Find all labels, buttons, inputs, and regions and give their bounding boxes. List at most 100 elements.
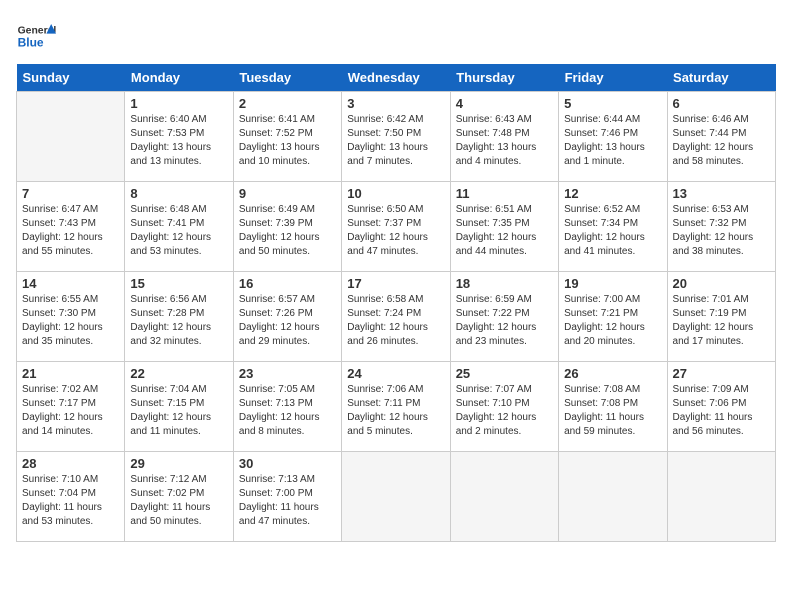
calendar-cell: 4 Sunrise: 6:43 AM Sunset: 7:48 PM Dayli… bbox=[450, 92, 558, 182]
calendar-cell: 19 Sunrise: 7:00 AM Sunset: 7:21 PM Dayl… bbox=[559, 272, 667, 362]
day-info: Sunrise: 6:44 AM Sunset: 7:46 PM Dayligh… bbox=[564, 113, 661, 169]
daylight-text: Daylight: 12 hours and 55 minutes. bbox=[22, 231, 119, 259]
sunrise-text: Sunrise: 7:13 AM bbox=[239, 473, 336, 487]
day-info: Sunrise: 7:05 AM Sunset: 7:13 PM Dayligh… bbox=[239, 383, 336, 439]
calendar-cell: 25 Sunrise: 7:07 AM Sunset: 7:10 PM Dayl… bbox=[450, 362, 558, 452]
day-info: Sunrise: 6:46 AM Sunset: 7:44 PM Dayligh… bbox=[673, 113, 770, 169]
day-number: 15 bbox=[130, 276, 227, 291]
day-info: Sunrise: 6:48 AM Sunset: 7:41 PM Dayligh… bbox=[130, 203, 227, 259]
calendar-cell: 12 Sunrise: 6:52 AM Sunset: 7:34 PM Dayl… bbox=[559, 182, 667, 272]
day-number: 8 bbox=[130, 186, 227, 201]
day-info: Sunrise: 6:56 AM Sunset: 7:28 PM Dayligh… bbox=[130, 293, 227, 349]
page-header: General Blue bbox=[16, 16, 776, 56]
sunset-text: Sunset: 7:48 PM bbox=[456, 127, 553, 141]
sunset-text: Sunset: 7:19 PM bbox=[673, 307, 770, 321]
day-info: Sunrise: 7:04 AM Sunset: 7:15 PM Dayligh… bbox=[130, 383, 227, 439]
sunrise-text: Sunrise: 7:10 AM bbox=[22, 473, 119, 487]
calendar-cell bbox=[342, 452, 450, 542]
sunrise-text: Sunrise: 7:12 AM bbox=[130, 473, 227, 487]
sunset-text: Sunset: 7:08 PM bbox=[564, 397, 661, 411]
sunrise-text: Sunrise: 6:53 AM bbox=[673, 203, 770, 217]
calendar-row: 7 Sunrise: 6:47 AM Sunset: 7:43 PM Dayli… bbox=[17, 182, 776, 272]
sunrise-text: Sunrise: 6:55 AM bbox=[22, 293, 119, 307]
sunset-text: Sunset: 7:39 PM bbox=[239, 217, 336, 231]
day-number: 28 bbox=[22, 456, 119, 471]
day-number: 27 bbox=[673, 366, 770, 381]
sunset-text: Sunset: 7:46 PM bbox=[564, 127, 661, 141]
day-info: Sunrise: 6:52 AM Sunset: 7:34 PM Dayligh… bbox=[564, 203, 661, 259]
day-number: 12 bbox=[564, 186, 661, 201]
day-number: 26 bbox=[564, 366, 661, 381]
daylight-text: Daylight: 13 hours and 4 minutes. bbox=[456, 141, 553, 169]
day-number: 17 bbox=[347, 276, 444, 291]
calendar-cell bbox=[17, 92, 125, 182]
day-info: Sunrise: 6:58 AM Sunset: 7:24 PM Dayligh… bbox=[347, 293, 444, 349]
sunrise-text: Sunrise: 6:48 AM bbox=[130, 203, 227, 217]
daylight-text: Daylight: 11 hours and 53 minutes. bbox=[22, 501, 119, 529]
calendar-cell: 3 Sunrise: 6:42 AM Sunset: 7:50 PM Dayli… bbox=[342, 92, 450, 182]
weekday-header-thursday: Thursday bbox=[450, 64, 558, 92]
calendar-cell: 15 Sunrise: 6:56 AM Sunset: 7:28 PM Dayl… bbox=[125, 272, 233, 362]
day-info: Sunrise: 6:47 AM Sunset: 7:43 PM Dayligh… bbox=[22, 203, 119, 259]
calendar-cell: 18 Sunrise: 6:59 AM Sunset: 7:22 PM Dayl… bbox=[450, 272, 558, 362]
sunrise-text: Sunrise: 6:42 AM bbox=[347, 113, 444, 127]
sunset-text: Sunset: 7:11 PM bbox=[347, 397, 444, 411]
day-number: 13 bbox=[673, 186, 770, 201]
calendar-cell: 13 Sunrise: 6:53 AM Sunset: 7:32 PM Dayl… bbox=[667, 182, 775, 272]
daylight-text: Daylight: 12 hours and 32 minutes. bbox=[130, 321, 227, 349]
weekday-header-sunday: Sunday bbox=[17, 64, 125, 92]
calendar-cell: 7 Sunrise: 6:47 AM Sunset: 7:43 PM Dayli… bbox=[17, 182, 125, 272]
day-info: Sunrise: 7:08 AM Sunset: 7:08 PM Dayligh… bbox=[564, 383, 661, 439]
day-info: Sunrise: 7:02 AM Sunset: 7:17 PM Dayligh… bbox=[22, 383, 119, 439]
weekday-header-saturday: Saturday bbox=[667, 64, 775, 92]
calendar-cell: 22 Sunrise: 7:04 AM Sunset: 7:15 PM Dayl… bbox=[125, 362, 233, 452]
sunset-text: Sunset: 7:43 PM bbox=[22, 217, 119, 231]
day-info: Sunrise: 6:59 AM Sunset: 7:22 PM Dayligh… bbox=[456, 293, 553, 349]
daylight-text: Daylight: 13 hours and 13 minutes. bbox=[130, 141, 227, 169]
sunset-text: Sunset: 7:06 PM bbox=[673, 397, 770, 411]
sunset-text: Sunset: 7:35 PM bbox=[456, 217, 553, 231]
weekday-header-friday: Friday bbox=[559, 64, 667, 92]
sunset-text: Sunset: 7:37 PM bbox=[347, 217, 444, 231]
calendar-cell bbox=[559, 452, 667, 542]
calendar-cell: 23 Sunrise: 7:05 AM Sunset: 7:13 PM Dayl… bbox=[233, 362, 341, 452]
sunrise-text: Sunrise: 7:01 AM bbox=[673, 293, 770, 307]
calendar-cell: 16 Sunrise: 6:57 AM Sunset: 7:26 PM Dayl… bbox=[233, 272, 341, 362]
day-info: Sunrise: 6:43 AM Sunset: 7:48 PM Dayligh… bbox=[456, 113, 553, 169]
sunrise-text: Sunrise: 7:02 AM bbox=[22, 383, 119, 397]
daylight-text: Daylight: 12 hours and 11 minutes. bbox=[130, 411, 227, 439]
day-info: Sunrise: 7:00 AM Sunset: 7:21 PM Dayligh… bbox=[564, 293, 661, 349]
sunset-text: Sunset: 7:30 PM bbox=[22, 307, 119, 321]
sunrise-text: Sunrise: 7:04 AM bbox=[130, 383, 227, 397]
calendar-cell: 10 Sunrise: 6:50 AM Sunset: 7:37 PM Dayl… bbox=[342, 182, 450, 272]
day-number: 25 bbox=[456, 366, 553, 381]
sunset-text: Sunset: 7:41 PM bbox=[130, 217, 227, 231]
daylight-text: Daylight: 12 hours and 2 minutes. bbox=[456, 411, 553, 439]
day-info: Sunrise: 7:06 AM Sunset: 7:11 PM Dayligh… bbox=[347, 383, 444, 439]
day-number: 10 bbox=[347, 186, 444, 201]
day-info: Sunrise: 7:12 AM Sunset: 7:02 PM Dayligh… bbox=[130, 473, 227, 529]
day-number: 11 bbox=[456, 186, 553, 201]
sunrise-text: Sunrise: 6:57 AM bbox=[239, 293, 336, 307]
calendar-cell: 14 Sunrise: 6:55 AM Sunset: 7:30 PM Dayl… bbox=[17, 272, 125, 362]
day-info: Sunrise: 7:01 AM Sunset: 7:19 PM Dayligh… bbox=[673, 293, 770, 349]
calendar-table: SundayMondayTuesdayWednesdayThursdayFrid… bbox=[16, 64, 776, 542]
daylight-text: Daylight: 13 hours and 1 minute. bbox=[564, 141, 661, 169]
sunset-text: Sunset: 7:02 PM bbox=[130, 487, 227, 501]
calendar-cell: 2 Sunrise: 6:41 AM Sunset: 7:52 PM Dayli… bbox=[233, 92, 341, 182]
day-number: 29 bbox=[130, 456, 227, 471]
calendar-cell: 24 Sunrise: 7:06 AM Sunset: 7:11 PM Dayl… bbox=[342, 362, 450, 452]
daylight-text: Daylight: 12 hours and 5 minutes. bbox=[347, 411, 444, 439]
calendar-cell: 8 Sunrise: 6:48 AM Sunset: 7:41 PM Dayli… bbox=[125, 182, 233, 272]
daylight-text: Daylight: 12 hours and 53 minutes. bbox=[130, 231, 227, 259]
sunrise-text: Sunrise: 7:05 AM bbox=[239, 383, 336, 397]
day-info: Sunrise: 7:13 AM Sunset: 7:00 PM Dayligh… bbox=[239, 473, 336, 529]
day-number: 21 bbox=[22, 366, 119, 381]
daylight-text: Daylight: 12 hours and 23 minutes. bbox=[456, 321, 553, 349]
day-info: Sunrise: 6:51 AM Sunset: 7:35 PM Dayligh… bbox=[456, 203, 553, 259]
sunrise-text: Sunrise: 6:46 AM bbox=[673, 113, 770, 127]
calendar-cell: 27 Sunrise: 7:09 AM Sunset: 7:06 PM Dayl… bbox=[667, 362, 775, 452]
sunset-text: Sunset: 7:44 PM bbox=[673, 127, 770, 141]
day-number: 22 bbox=[130, 366, 227, 381]
daylight-text: Daylight: 12 hours and 29 minutes. bbox=[239, 321, 336, 349]
